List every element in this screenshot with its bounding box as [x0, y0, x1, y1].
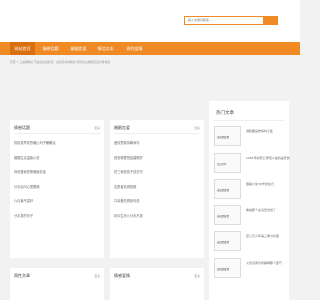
- thumbnail-caption: 这就是爱情: [217, 268, 229, 271]
- article-thumbnail[interactable]: 这就是爱情: [214, 126, 241, 146]
- search-input[interactable]: [185, 17, 263, 24]
- list-item[interactable]: 分手后叫心很累痛: [14, 184, 55, 199]
- header: [0, 0, 300, 42]
- article-title[interactable]: 跟着少女30岁的生日: [246, 182, 274, 186]
- main-nav: 网站首页 情感话题 婚姻恋爱 情话文本 两性爱情: [0, 42, 300, 55]
- breadcrumb[interactable]: 首页 > 口是理解心不是说出来的话，这段话非常精彩/长情告白婚姻恋爱文章情感: [10, 60, 110, 64]
- article-thumbnail[interactable]: 这就是爱情: [214, 179, 241, 199]
- thumbnail-caption: 日记写作: [217, 163, 227, 166]
- more-link[interactable]: 更多: [94, 126, 100, 130]
- card-emotional-love: 情感爱情 更多: [110, 268, 204, 300]
- article-list: 情侣说早安的暖心句子暖暖话 婚姻生活温馨小说 你说爱我的夜晚面情话 分手后叫心很…: [14, 140, 55, 227]
- search-button[interactable]: [263, 17, 277, 24]
- nav-marriage[interactable]: 婚姻恋爱: [66, 42, 91, 55]
- divider: [14, 133, 100, 134]
- card-title: 情感话题: [14, 125, 30, 130]
- card-marriage-love: 婚姻恋爱 更多 爱情里真情瞬间句 西安哪里拍结婚照好 初三我说孩子该念书 志愿者…: [110, 120, 204, 258]
- thumbnail-caption: 这就是爱情: [217, 189, 229, 192]
- sidebar-title: 热门文章: [216, 111, 234, 116]
- nav-emotion[interactable]: 情感话题: [38, 42, 63, 55]
- card-title: 两性文章: [14, 273, 30, 278]
- divider: [114, 133, 200, 134]
- list-item[interactable]: 志愿者情感视频: [114, 184, 143, 199]
- list-item[interactable]: 你说爱我的夜晚面情话: [14, 169, 55, 184]
- article-thumbnail[interactable]: 这就是爱情: [214, 231, 241, 251]
- list-item[interactable]: 情侣说早安的暖心句子暖暖话: [14, 140, 55, 155]
- more-link[interactable]: 更多: [94, 274, 100, 278]
- card-title: 情感爱情: [114, 273, 130, 278]
- nav-love[interactable]: 两性爱情: [122, 42, 147, 55]
- card-emotion-topics: 情感话题 更多 情侣说早安的暖心句子暖暖话 婚姻生活温馨小说 你说爱我的夜晚面情…: [10, 120, 104, 258]
- thumbnail-caption: 这就是爱情: [217, 241, 229, 244]
- card-relationship-articles: 两性文章 更多: [10, 268, 104, 300]
- more-link[interactable]: 更多: [194, 126, 200, 130]
- more-link[interactable]: 更多: [194, 274, 200, 278]
- nav-sweet-words[interactable]: 情话文本: [93, 42, 118, 55]
- list-item[interactable]: 分手发的句子: [14, 213, 55, 228]
- article-title[interactable]: 火影忍者为何解释那个霸气: [246, 261, 282, 265]
- divider: [214, 120, 284, 121]
- article-thumbnail[interactable]: 这就是爱情: [214, 205, 241, 225]
- thumbnail-caption: 这就是爱情: [217, 136, 229, 139]
- list-item[interactable]: 初中生怎么分手不哭: [114, 213, 143, 228]
- list-item[interactable]: 初三我说孩子该念书: [114, 169, 143, 184]
- article-thumbnail[interactable]: 日记写作: [214, 153, 241, 173]
- article-title[interactable]: 满脸都是伤情句子集: [246, 129, 273, 133]
- card-title: 婚姻恋爱: [114, 125, 130, 130]
- article-title[interactable]: 花儿与少年第三季分享量: [246, 234, 279, 238]
- thumbnail-caption: 这就是爱情: [217, 215, 229, 218]
- article-list: 爱情里真情瞬间句 西安哪里拍结婚照好 初三我说孩子该念书 志愿者情感视频 口诗爱…: [114, 140, 143, 227]
- article-title[interactable]: 重启那个女演员去世了: [246, 208, 276, 212]
- list-item[interactable]: 口诗爱情感到句说: [114, 198, 143, 213]
- article-thumbnail[interactable]: 这就是爱情: [214, 258, 241, 278]
- article-title[interactable]: 1981年的死亡男阳人说的是悲伤: [246, 156, 290, 160]
- list-item[interactable]: 六月暑气甚好: [14, 198, 55, 213]
- sidebar-hot-articles: 热门文章 这就是爱情 满脸都是伤情句子集 日记写作 1981年的死亡男阳人说的是…: [209, 101, 290, 300]
- list-item[interactable]: 西安哪里拍结婚照好: [114, 155, 143, 170]
- nav-home[interactable]: 网站首页: [10, 42, 35, 55]
- list-item[interactable]: 爱情里真情瞬间句: [114, 140, 143, 155]
- list-item[interactable]: 婚姻生活温馨小说: [14, 155, 55, 170]
- search-box: [184, 16, 278, 25]
